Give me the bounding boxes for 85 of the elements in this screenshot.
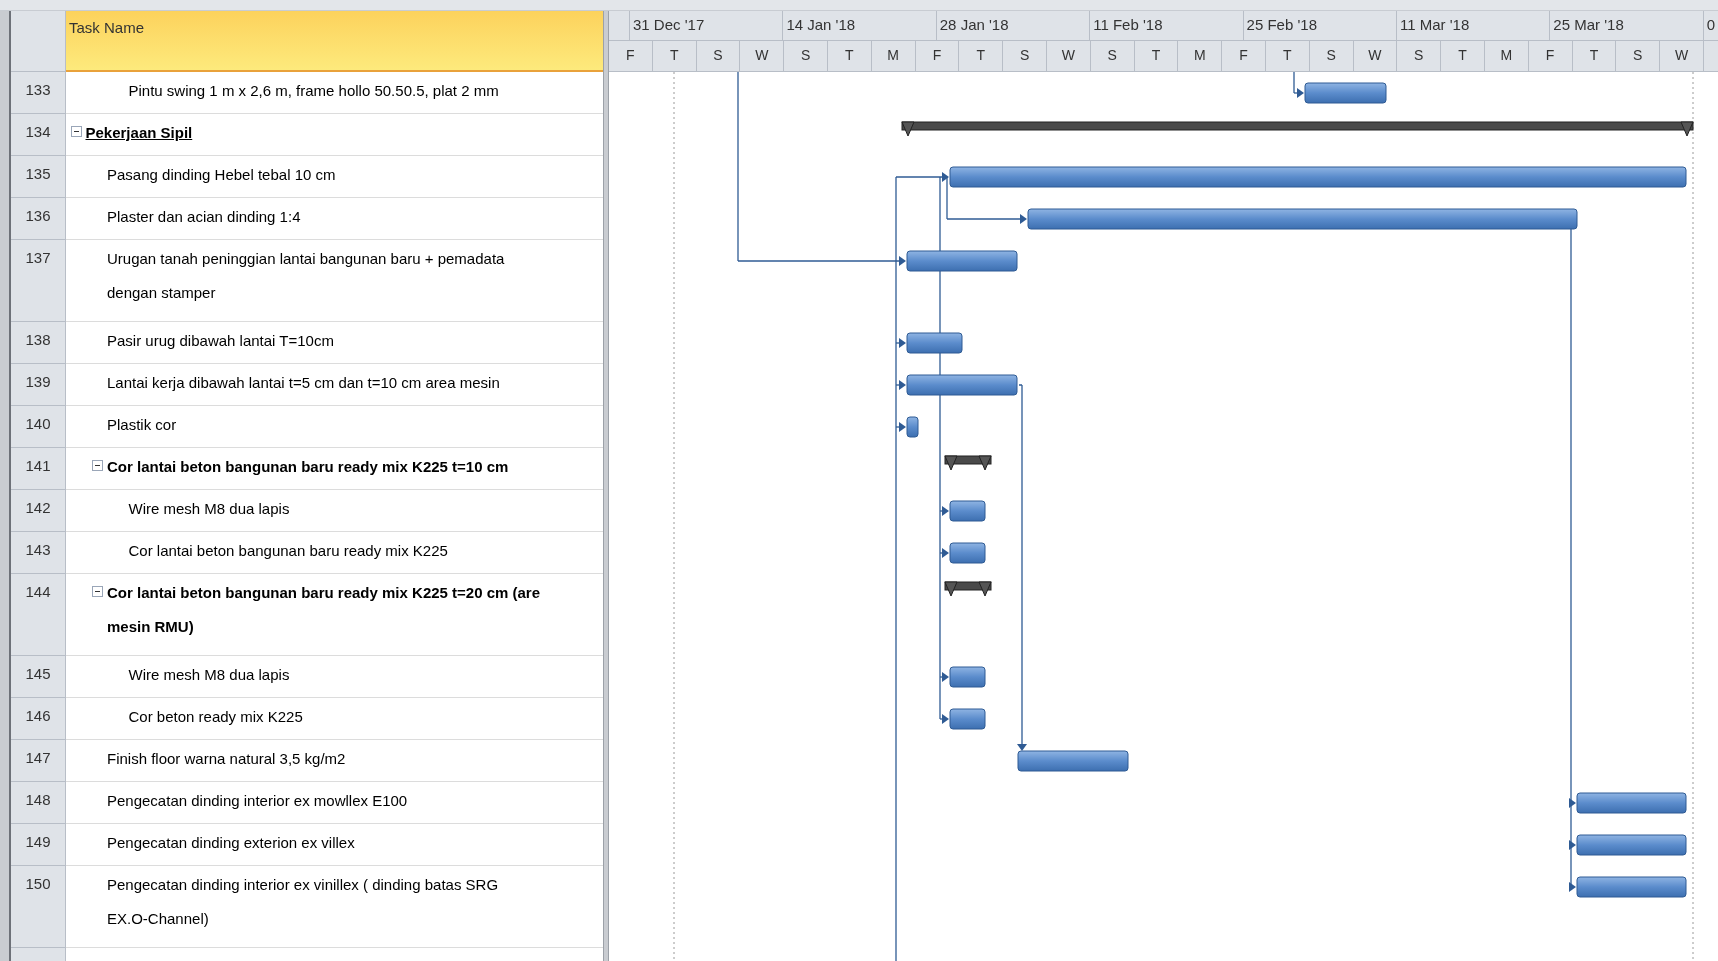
- task-bar[interactable]: [906, 332, 963, 354]
- day-label: W: [1353, 41, 1398, 71]
- row-number: 150: [11, 866, 66, 948]
- task-name: Urugan tanah peninggian lantai bangunan baru + pemadata dengan stamper: [107, 249, 505, 303]
- week-label: 28 Jan '18: [936, 11, 1091, 40]
- row-number: 148: [11, 782, 66, 824]
- day-label: S: [784, 41, 828, 71]
- header-corner-cell[interactable]: [11, 11, 66, 72]
- collapse-icon[interactable]: [92, 460, 103, 471]
- row-number: 135: [11, 156, 66, 198]
- day-label: T: [959, 41, 1004, 71]
- day-label: T: [1572, 41, 1617, 71]
- task-bar[interactable]: [949, 542, 986, 564]
- row-number: 134: [11, 114, 66, 156]
- day-label: M: [1484, 41, 1529, 71]
- row-number: 133: [11, 72, 66, 114]
- row-number: 146: [11, 698, 66, 740]
- day-label: W: [740, 41, 785, 71]
- day-label: S: [1309, 41, 1354, 71]
- day-label: T: [1265, 41, 1310, 71]
- row-number: 149: [11, 824, 66, 866]
- day-label: W: [1660, 41, 1704, 71]
- day-label: S: [1616, 41, 1661, 71]
- dependency-arrow: [1293, 72, 1304, 98]
- task-name: Finish floor warna natural 3,5 kg/m2: [107, 749, 346, 769]
- summary-bar[interactable]: [901, 121, 1694, 137]
- task-name: Pekerjaan Sipil: [85, 123, 193, 143]
- day-label: M: [871, 41, 916, 71]
- day-label: F: [1528, 41, 1573, 71]
- row-number: 147: [11, 740, 66, 782]
- week-label: 14 Jan '18: [783, 11, 937, 40]
- task-name: Wire mesh M8 dua lapis: [128, 499, 290, 519]
- week-label: 25 Mar '18: [1550, 11, 1704, 40]
- row-number: 137: [11, 240, 66, 322]
- collapse-icon[interactable]: [70, 126, 82, 137]
- day-label: S: [1003, 41, 1047, 71]
- task-name: Cor lantai beton bangunan baru ready mix K225 t=10 cm: [107, 457, 509, 477]
- task-name: Pengecatan dinding interior ex mowllex E100: [107, 791, 408, 811]
- task-name: Lantai kerja dibawah lantai t=5 cm dan t=10 cm area mesin: [107, 373, 500, 393]
- week-label: 0: [1703, 11, 1718, 40]
- task-name: Pengecatan dinding exterion ex villex: [107, 833, 355, 853]
- row-number: 136: [11, 198, 66, 240]
- task-bar[interactable]: [949, 500, 986, 522]
- day-label: T: [1441, 41, 1485, 71]
- day-label: T: [1134, 41, 1179, 71]
- row-number: 139: [11, 364, 66, 406]
- day-label: W: [1046, 41, 1091, 71]
- row-number: 145: [11, 656, 66, 698]
- day-label: F: [1222, 41, 1266, 71]
- week-label: 11 Mar '18: [1396, 11, 1551, 40]
- day-label: S: [696, 41, 741, 71]
- task-bar[interactable]: [949, 708, 986, 730]
- day-label: S: [1397, 41, 1442, 71]
- task-bar[interactable]: [949, 666, 986, 688]
- day-label: T: [828, 41, 872, 71]
- row-number: 142: [11, 490, 66, 532]
- row-number-stub: [11, 948, 66, 961]
- row-number: 140: [11, 406, 66, 448]
- day-label: F: [609, 41, 653, 71]
- task-name: Plastik cor: [107, 415, 177, 435]
- task-name: Pasir urug dibawah lantai T=10cm: [107, 331, 334, 351]
- row-number: 138: [11, 322, 66, 364]
- task-name: Cor beton ready mix K225: [128, 707, 303, 727]
- task-name: Pengecatan dinding interior ex vinillex ( dinding batas SRG EX.O-Channel): [107, 875, 499, 929]
- task-name: Pintu swing 1 m x 2,6 m, frame hollo 50.50.5, plat 2 mm: [128, 81, 499, 101]
- day-label: F: [915, 41, 960, 71]
- task-name: Cor lantai beton bangunan baru ready mix K225: [128, 541, 448, 561]
- task-name: Plaster dan acian dinding 1:4: [107, 207, 301, 227]
- week-label: 25 Feb '18: [1243, 11, 1397, 40]
- row-number: 141: [11, 448, 66, 490]
- task-name: Wire mesh M8 dua lapis: [128, 665, 290, 685]
- task-bar[interactable]: [906, 416, 919, 438]
- day-label: M: [1178, 41, 1223, 71]
- task-name: Pasang dinding Hebel tebal 10 cm: [107, 165, 336, 185]
- task-name: Cor lantai beton bangunan baru ready mix K225 t=20 cm (are mesin RMU): [107, 583, 541, 637]
- day-label: T: [652, 41, 697, 71]
- week-label: 11 Feb '18: [1090, 11, 1244, 40]
- week-label: 31 Dec '17: [630, 11, 784, 40]
- row-number: 144: [11, 574, 66, 656]
- row-number: 143: [11, 532, 66, 574]
- day-label: S: [1090, 41, 1135, 71]
- summary-bar[interactable]: [944, 581, 992, 597]
- column-header[interactable]: Task Name: [66, 11, 603, 72]
- summary-bar[interactable]: [944, 455, 992, 471]
- collapse-icon[interactable]: [92, 586, 103, 597]
